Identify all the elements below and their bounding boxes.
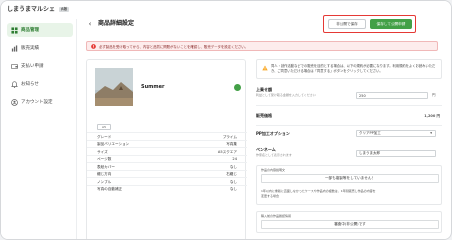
header-actions: 非公開で保存 保存して公開申請 <box>323 15 416 33</box>
brand-logo[interactable]: しまうまマルシェ β版 <box>7 4 70 13</box>
pen-name-sublabel: 作家名として表示されます <box>256 153 292 157</box>
table-row: ノンブル なし <box>87 177 247 185</box>
chevron-down-icon: ▾ <box>430 131 432 135</box>
description-text: 1年以内に重版に直面しなかったケースや作品内の複数は、1年間販売し作品の内容を <box>261 189 376 193</box>
description-box: 作品の内容説明文 一部も複製等をしていません！ 1年以内に重版に直面しなかったケ… <box>256 165 442 205</box>
spec-table: グレード プライム 製品バリエーション 写真集 サイズ A5スクエア ページ数 24 表… <box>87 132 247 192</box>
page-header: ‹ 商品詳細設定 非公開で保存 保存して公開申請 <box>78 15 450 39</box>
chart-icon <box>11 44 18 52</box>
sidebar-item-label: アカウント設定 <box>21 100 53 105</box>
sidebar-item-label: 販売実績 <box>21 46 39 51</box>
page-title: 商品詳細設定 <box>98 20 135 27</box>
info-text: 同人・創作活動などでの販売を目的とする場合は、以下の規約が必要になります。利用規… <box>271 64 436 73</box>
info-icon <box>262 65 268 71</box>
brand-name: しまうまマルシェ <box>7 6 56 13</box>
divider <box>256 125 442 126</box>
wallet-icon <box>11 63 18 70</box>
sidebar-item-sales[interactable]: 販売実績 <box>7 41 73 55</box>
description-title: 作品の内容説明文 <box>261 168 286 172</box>
pen-name-input[interactable]: しまうま太郎 <box>356 150 436 157</box>
pp-option-value: クリアPP加工 <box>359 131 381 135</box>
publish-button[interactable]: 保存して公開申請 <box>370 19 412 29</box>
app-window: しまうまマルシェ β版 商品管理 販売実績 支払い申請 お知らせ アカウント設定… <box>0 0 452 240</box>
sale-price-value: 1,200 円 <box>424 114 440 118</box>
beta-badge: β版 <box>59 7 70 12</box>
alert-text: 必ず製品を受け取ってから、内容と品質に問題がないことを確認し、販売データを設定く… <box>99 44 249 49</box>
table-row: 綴じ方向 右綴じ <box>87 169 247 178</box>
alert-icon <box>91 43 96 49</box>
sidebar: 商品管理 販売実績 支払い申請 お知らせ アカウント設定 <box>1 19 77 239</box>
pp-option-label: PP加工オプション <box>256 131 290 136</box>
grid-icon <box>11 26 18 34</box>
table-row: サイズ A5スクエア <box>87 147 247 155</box>
chevron-left-icon[interactable]: ‹ <box>86 20 94 28</box>
size-tag: A5 <box>97 124 111 130</box>
price-unit: 円 <box>432 93 436 97</box>
table-row: 表紙カバー なし <box>87 162 247 170</box>
settings-panel: 同人・創作活動などでの販売を目的とする場合は、以下の規約が必要になります。利用規… <box>256 59 446 239</box>
product-thumbnail[interactable] <box>95 68 133 106</box>
save-draft-button[interactable]: 非公開で保存 <box>328 19 366 29</box>
info-box: 同人・創作活動などでの販売を目的とする場合は、以下の規約が必要になります。利用規… <box>256 59 442 79</box>
product-card: Summer A5 グレード プライム 製品バリエーション 写真集 サイズ A5スクエ… <box>86 59 247 239</box>
description-text-2: 変更する場合 <box>261 194 280 198</box>
sidebar-item-label: 商品管理 <box>21 28 39 33</box>
pp-option-select[interactable]: クリアPP加工 ▾ <box>356 130 436 137</box>
price-sublabel: 利益として受け取る金額を入力してください <box>256 93 316 97</box>
sidebar-item-payment[interactable]: 支払い申請 <box>7 59 73 73</box>
top-bar: しまうまマルシェ β版 <box>1 1 451 15</box>
price-input[interactable]: 250 <box>356 92 428 99</box>
sidebar-item-products[interactable]: 商品管理 <box>7 23 73 37</box>
sidebar-item-news[interactable]: お知らせ <box>7 77 73 91</box>
warning-alert: 必ず製品を受け取ってから、内容と品質に問題がないことを確認し、販売データを設定く… <box>86 41 438 51</box>
main-content: ‹ 商品詳細設定 非公開で保存 保存して公開申請 必ず製品を受け取ってから、内容… <box>78 15 450 239</box>
review-box: 購入前の作品確認情報 審査中(非公開)です <box>256 211 442 233</box>
table-row: 製品バリエーション 写真集 <box>87 139 247 148</box>
sale-price-label: 販売価格 <box>256 113 272 118</box>
divider <box>256 105 442 106</box>
sidebar-item-label: お知らせ <box>21 82 39 87</box>
sidebar-item-label: 支払い申請 <box>21 64 44 69</box>
description-field[interactable]: 一部も複製等をしていません！ <box>261 174 439 183</box>
table-row: グレード プライム <box>87 132 247 140</box>
user-icon <box>11 98 18 106</box>
bell-icon <box>11 80 18 88</box>
table-row: ページ数 24 <box>87 154 247 163</box>
check-icon <box>234 84 241 98</box>
product-name: Summer <box>141 84 165 90</box>
table-row: 写真の自動補正 なし <box>87 184 247 193</box>
review-status: 審査中(非公開)です <box>261 220 439 229</box>
sidebar-item-account[interactable]: アカウント設定 <box>7 95 73 109</box>
review-title: 購入前の作品確認情報 <box>261 214 292 218</box>
